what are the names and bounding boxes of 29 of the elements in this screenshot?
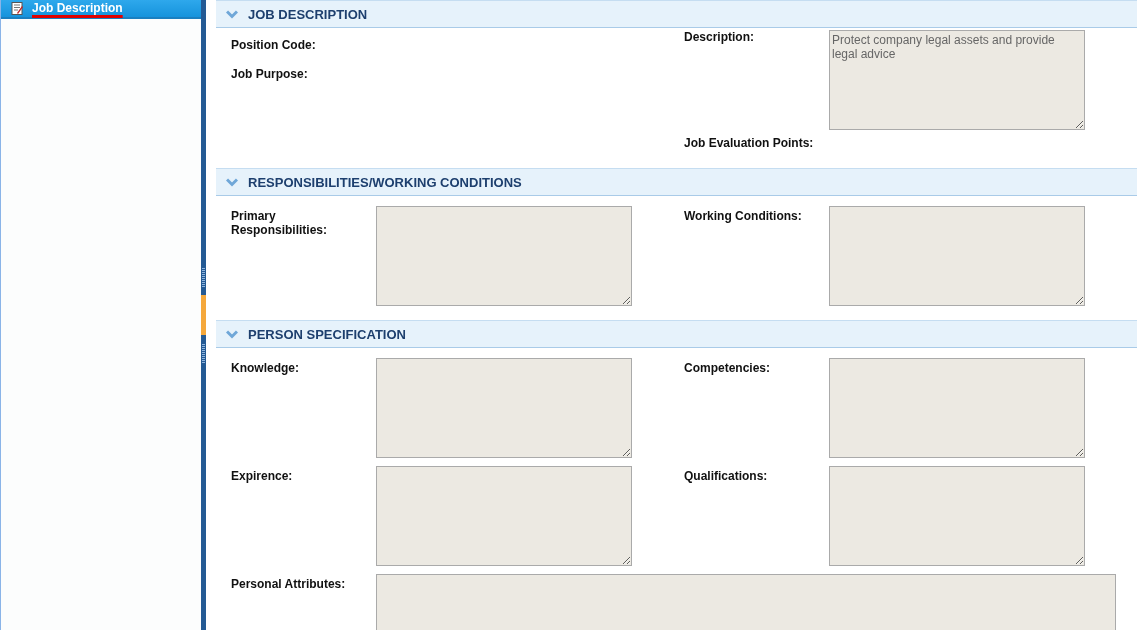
text-area[interactable]: Protect company legal assets and provide legal advice [829, 30, 1085, 130]
field-label: Personal Attributes: [231, 576, 347, 591]
field-label: Qualifications: [684, 468, 769, 483]
field-label: Position Code: [231, 38, 316, 52]
chevron-icon [226, 329, 238, 339]
text-area[interactable] [376, 466, 632, 566]
chevron-icon [226, 9, 238, 19]
text-area[interactable] [376, 206, 632, 306]
field-label: Primary Responsibilities: [231, 208, 329, 237]
field-label: Description: [684, 30, 755, 44]
text-area[interactable] [376, 358, 632, 458]
field-label: Job Evaluation Points: [684, 136, 814, 150]
chevron-icon [226, 177, 238, 187]
field-label: Working Conditions: [684, 208, 803, 223]
section-header[interactable]: JOB DESCRIPTION [216, 0, 1137, 28]
text-area[interactable] [829, 358, 1085, 458]
splitter-bar[interactable] [201, 0, 206, 630]
text-area[interactable] [829, 466, 1085, 566]
field-label: Competencies: [684, 360, 772, 375]
field-label: Expirence: [231, 468, 294, 483]
section-header[interactable]: PERSON SPECIFICATION [216, 320, 1137, 348]
field-label: Job Purpose: [231, 67, 308, 81]
grip-icon [202, 267, 205, 287]
splitter-handle[interactable] [201, 295, 206, 335]
document-icon [11, 2, 24, 15]
section-header[interactable]: RESPONSIBILITIES/WORKING CONDITIONS [216, 168, 1137, 196]
field-label: Knowledge: [231, 360, 300, 375]
text-area[interactable] [829, 206, 1085, 306]
grip-icon [202, 343, 205, 363]
